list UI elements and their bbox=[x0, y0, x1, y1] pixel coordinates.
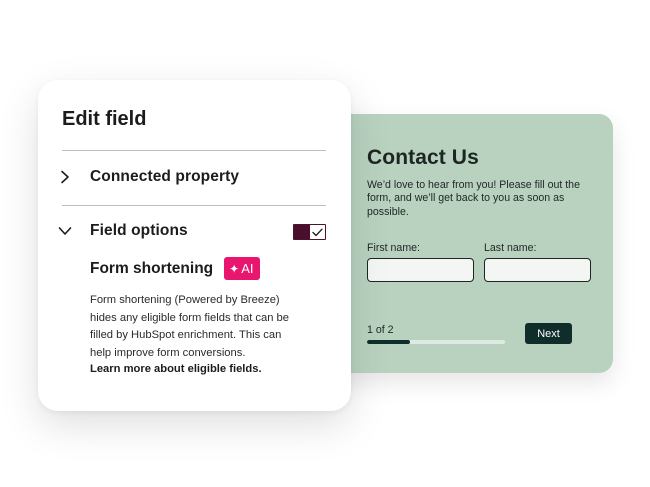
contact-form-card: Contact Us We’d love to hear from you! P… bbox=[318, 114, 613, 373]
panel-title: Edit field bbox=[62, 108, 147, 130]
connected-property-row[interactable]: Connected property bbox=[58, 168, 239, 186]
first-name-label: First name: bbox=[367, 242, 420, 254]
field-options-row[interactable]: Field options bbox=[58, 222, 188, 240]
edit-field-panel: Edit field Connected property Field opti… bbox=[38, 80, 351, 411]
field-options-toggle[interactable] bbox=[293, 224, 326, 240]
connected-property-label: Connected property bbox=[90, 168, 240, 185]
toggle-knob bbox=[294, 225, 310, 239]
form-shortening-description: Form shortening (Powered by Breeze) hide… bbox=[90, 294, 290, 359]
checkmark-icon bbox=[310, 225, 325, 239]
next-button[interactable]: Next bbox=[525, 323, 572, 344]
contact-form-title: Contact Us bbox=[367, 146, 479, 169]
field-options-label: Field options bbox=[90, 222, 188, 239]
form-shortening-header: Form shortening ✦ AI bbox=[90, 257, 260, 280]
divider bbox=[62, 205, 326, 206]
divider bbox=[62, 150, 326, 151]
chevron-down-icon[interactable] bbox=[58, 224, 72, 238]
contact-form-description: We’d love to hear from you! Please fill … bbox=[367, 179, 580, 218]
learn-more-link[interactable]: Learn more about eligible fields. bbox=[90, 363, 262, 375]
ai-badge-label: AI bbox=[241, 261, 254, 276]
chevron-right-icon[interactable] bbox=[58, 170, 72, 184]
first-name-input[interactable] bbox=[367, 258, 474, 282]
form-shortening-label: Form shortening bbox=[90, 259, 214, 277]
progress-fill bbox=[367, 340, 410, 344]
step-indicator: 1 of 2 bbox=[367, 324, 394, 336]
ai-badge: ✦ AI bbox=[224, 257, 260, 280]
sparkle-icon: ✦ bbox=[229, 261, 240, 276]
last-name-input[interactable] bbox=[484, 258, 591, 282]
last-name-label: Last name: bbox=[484, 242, 537, 254]
progress-bar bbox=[367, 340, 505, 344]
